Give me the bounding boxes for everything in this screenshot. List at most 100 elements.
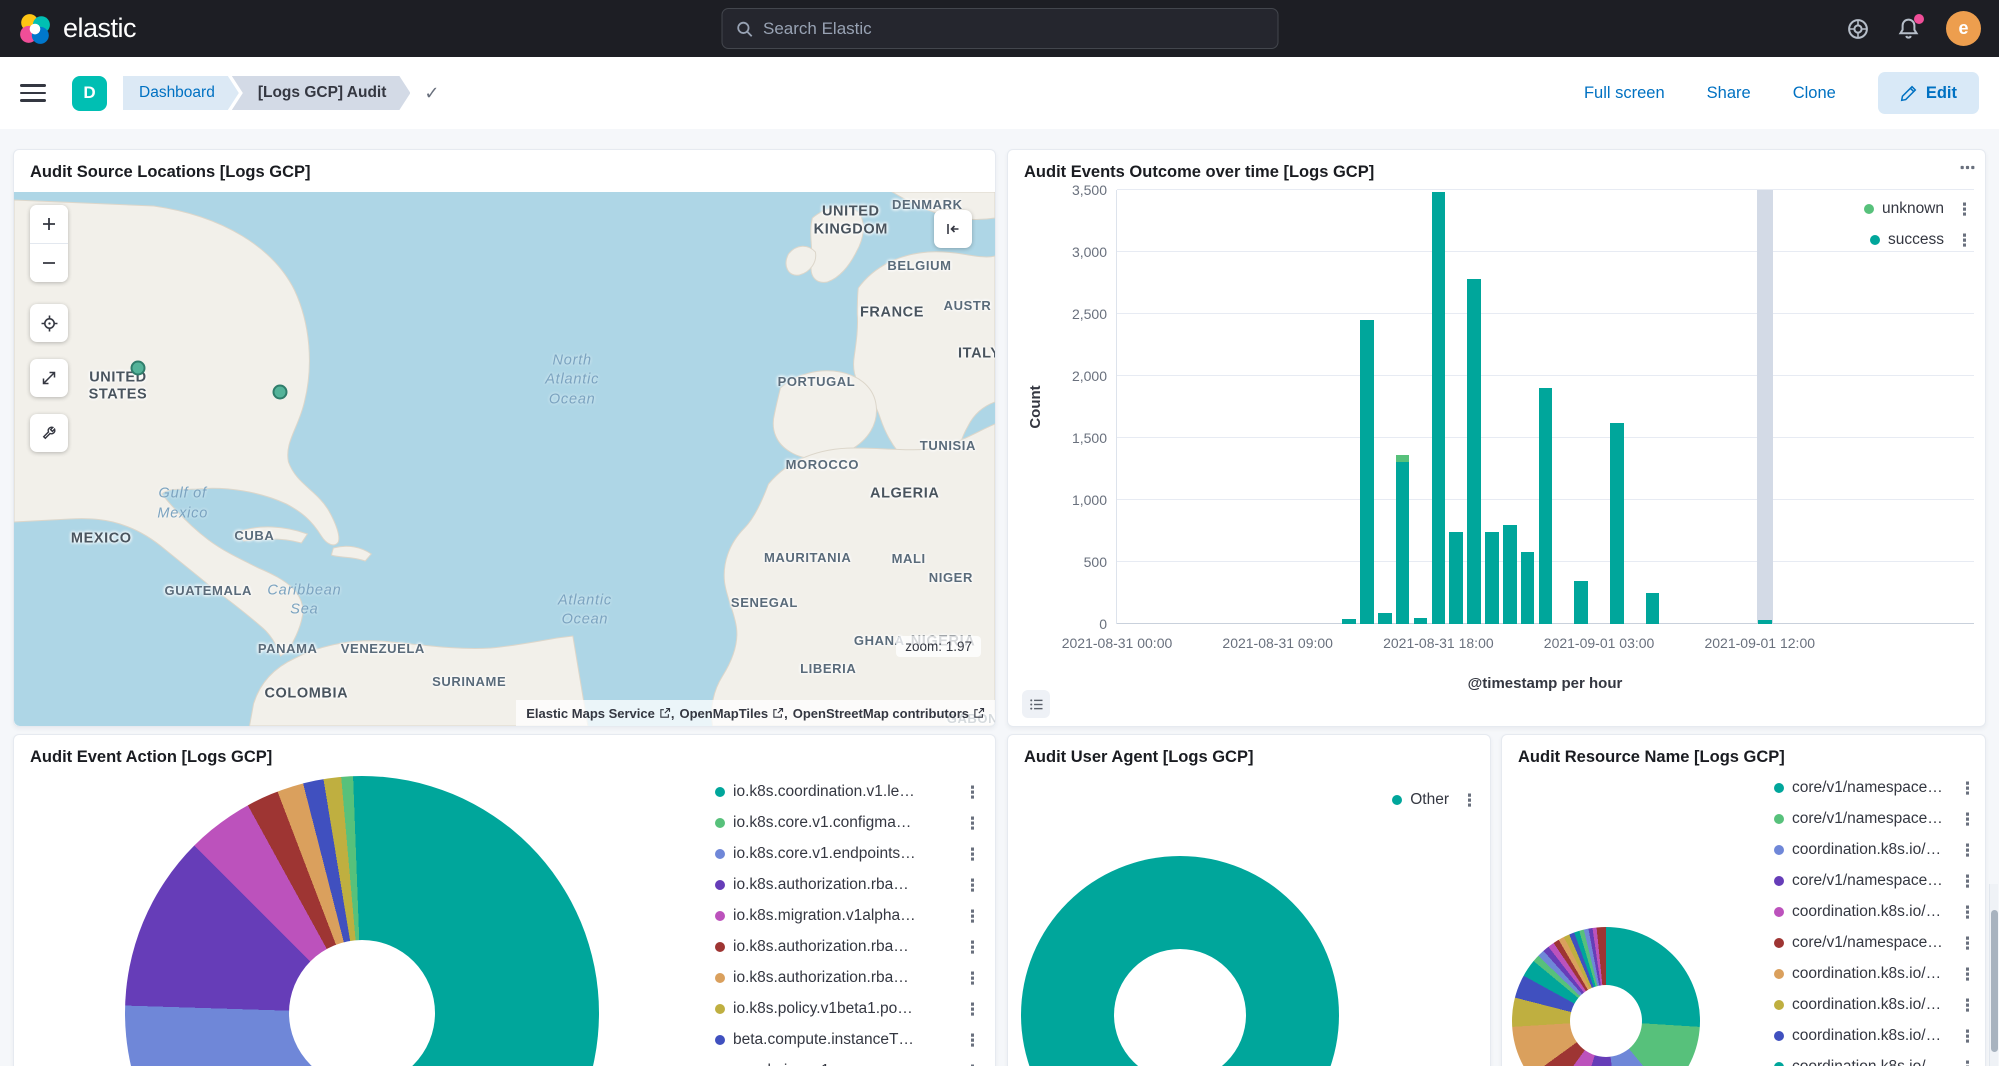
bar-success[interactable] [1467,279,1481,624]
legend-item[interactable]: core/v1/namespaces/…⋮ [1774,930,1976,956]
bar-success[interactable] [1378,613,1392,624]
legend-item[interactable]: coordination.k8s.io/v…⋮ [1774,992,1976,1018]
legend-options-icon[interactable]: ⋮ [1956,201,1973,218]
map-document-marker[interactable] [272,384,287,399]
legend-options-icon[interactable]: ⋮ [964,1001,981,1018]
map-set-view-button[interactable] [30,304,68,342]
legend-options-icon[interactable]: ⋮ [964,970,981,987]
help-icon[interactable] [1846,17,1870,41]
bar-success[interactable] [1521,552,1535,624]
map-tools-button[interactable] [30,414,68,452]
breadcrumb-dashboard[interactable]: Dashboard [123,76,239,110]
page-scrollbar[interactable] [1989,884,1998,1066]
legend-options-icon[interactable]: ⋮ [1959,997,1976,1014]
bar-success[interactable] [1503,525,1517,624]
bar-chart-plot[interactable]: 05001,0001,5002,0002,5003,0003,5002021-0… [1116,190,1974,624]
legend-label: io.k8s.migration.v1alpha… [733,907,952,925]
map-attribution-link[interactable]: OpenMapTiles [680,706,785,721]
legend-options-icon[interactable]: ⋮ [964,815,981,832]
map-fit-data-button[interactable] [30,359,68,397]
y-axis-tick: 3,000 [1072,244,1107,260]
map-zoom-out-button[interactable] [30,244,68,282]
legend-options-icon[interactable]: ⋮ [964,846,981,863]
panel-options-icon[interactable] [1959,159,1976,181]
bar-success[interactable] [1758,620,1772,624]
space-avatar[interactable]: D [72,76,107,111]
bar-success[interactable] [1485,532,1499,624]
menu-icon[interactable] [20,84,46,102]
share-link[interactable]: Share [1707,84,1751,103]
check-icon[interactable]: ✓ [424,83,439,104]
edit-button[interactable]: Edit [1878,72,1979,114]
bar-success[interactable] [1342,619,1356,624]
event-action-donut-chart[interactable] [125,776,599,1066]
bar-success[interactable] [1432,192,1446,624]
bar-success[interactable] [1574,581,1588,624]
bar-success[interactable] [1646,593,1660,624]
bar-success[interactable] [1539,388,1553,624]
legend-item[interactable]: coordination.k8s.io/…⋮ [1774,1054,1976,1066]
legend-item[interactable]: core/v1/namespaces/…⋮ [1774,806,1976,832]
bar-unknown[interactable] [1396,455,1410,461]
bar-success[interactable] [1360,320,1374,624]
legend-options-icon[interactable]: ⋮ [1959,1028,1976,1045]
legend-options-icon[interactable]: ⋮ [1959,966,1976,983]
legend-item[interactable]: io.k8s.authorization.rba…⋮ [715,965,981,991]
legend-options-icon[interactable]: ⋮ [964,877,981,894]
full-screen-link[interactable]: Full screen [1584,84,1665,103]
legend-options-icon[interactable]: ⋮ [964,1063,981,1066]
legend-options-icon[interactable]: ⋮ [1956,232,1973,249]
legend-options-icon[interactable]: ⋮ [1461,792,1478,809]
map-document-marker[interactable] [130,360,145,375]
legend-item[interactable]: io.k8s.policy.v1beta1.po…⋮ [715,996,981,1022]
map-zoom-in-button[interactable] [30,205,68,243]
legend-options-icon[interactable]: ⋮ [1959,935,1976,952]
map-attribution-link[interactable]: Elastic Maps Service [526,706,671,721]
legend-item[interactable]: beta.compute.instanceT…⋮ [715,1027,981,1053]
legend-options-icon[interactable]: ⋮ [1959,780,1976,797]
clone-link[interactable]: Clone [1793,84,1836,103]
legend-item[interactable]: io.k8s.core.v1.configma…⋮ [715,810,981,836]
legend-item[interactable]: success⋮ [1864,227,1973,253]
legend-item[interactable]: coordination.k8s.io/v…⋮ [1774,1023,1976,1049]
legend-item[interactable]: io.k8s.coordination.v1.le…⋮ [715,779,981,805]
legend-item[interactable]: unknown⋮ [1864,196,1973,222]
legend-item[interactable]: coordination.k8s.io/v…⋮ [1774,899,1976,925]
legend-color-dot [715,787,725,797]
legend-color-dot [1774,783,1784,793]
legend-options-icon[interactable]: ⋮ [964,908,981,925]
legend-options-icon[interactable]: ⋮ [1959,1059,1976,1066]
legend-options-icon[interactable]: ⋮ [1959,811,1976,828]
map-attribution-link[interactable]: OpenStreetMap contributors [793,706,985,721]
user-avatar[interactable]: e [1946,11,1981,46]
legend-item[interactable]: io.k8s.authorization.rba…⋮ [715,934,981,960]
legend-item[interactable]: io.k8s.migration.v1alpha… ⋮ [715,903,981,929]
bar-success[interactable] [1396,462,1410,624]
legend-item[interactable]: io.k8s.core.v1.endpoints…⋮ [715,841,981,867]
legend-options-icon[interactable]: ⋮ [1959,842,1976,859]
legend-options-icon[interactable]: ⋮ [964,1032,981,1049]
legend-options-icon[interactable]: ⋮ [964,784,981,801]
legend-item[interactable]: google.iam.v1…⋮ [715,1058,981,1066]
resource-name-donut-chart[interactable] [1512,927,1700,1066]
bar-success[interactable] [1610,423,1624,624]
user-agent-donut-chart[interactable] [1021,856,1339,1066]
bar-success[interactable] [1414,618,1428,624]
legend-item[interactable]: coordination.k8s.io/v…⋮ [1774,961,1976,987]
map-canvas[interactable]: UNITED STATESMEXICOCUBAGUATEMALAPANAMAVE… [14,192,995,726]
legend-item[interactable]: Other⋮ [1392,787,1478,813]
scrollbar-thumb[interactable] [1991,910,1998,1052]
newsfeed-icon[interactable] [1896,17,1920,41]
map-legend-collapse-button[interactable] [934,210,972,248]
global-search-input[interactable]: Search Elastic [721,8,1278,49]
legend-item[interactable]: core/v1/namespaces/…⋮ [1774,775,1976,801]
legend-options-icon[interactable]: ⋮ [964,939,981,956]
legend-options-icon[interactable]: ⋮ [1959,873,1976,890]
legend-options-icon[interactable]: ⋮ [1959,904,1976,921]
bar-success[interactable] [1449,532,1463,624]
legend-item[interactable]: io.k8s.authorization.rba…⋮ [715,872,981,898]
legend-item[interactable]: coordination.k8s.io/v…⋮ [1774,837,1976,863]
elastic-logo[interactable]: elastic [18,12,136,46]
legend-toggle-button[interactable] [1022,690,1050,718]
legend-item[interactable]: core/v1/namespaces/…⋮ [1774,868,1976,894]
